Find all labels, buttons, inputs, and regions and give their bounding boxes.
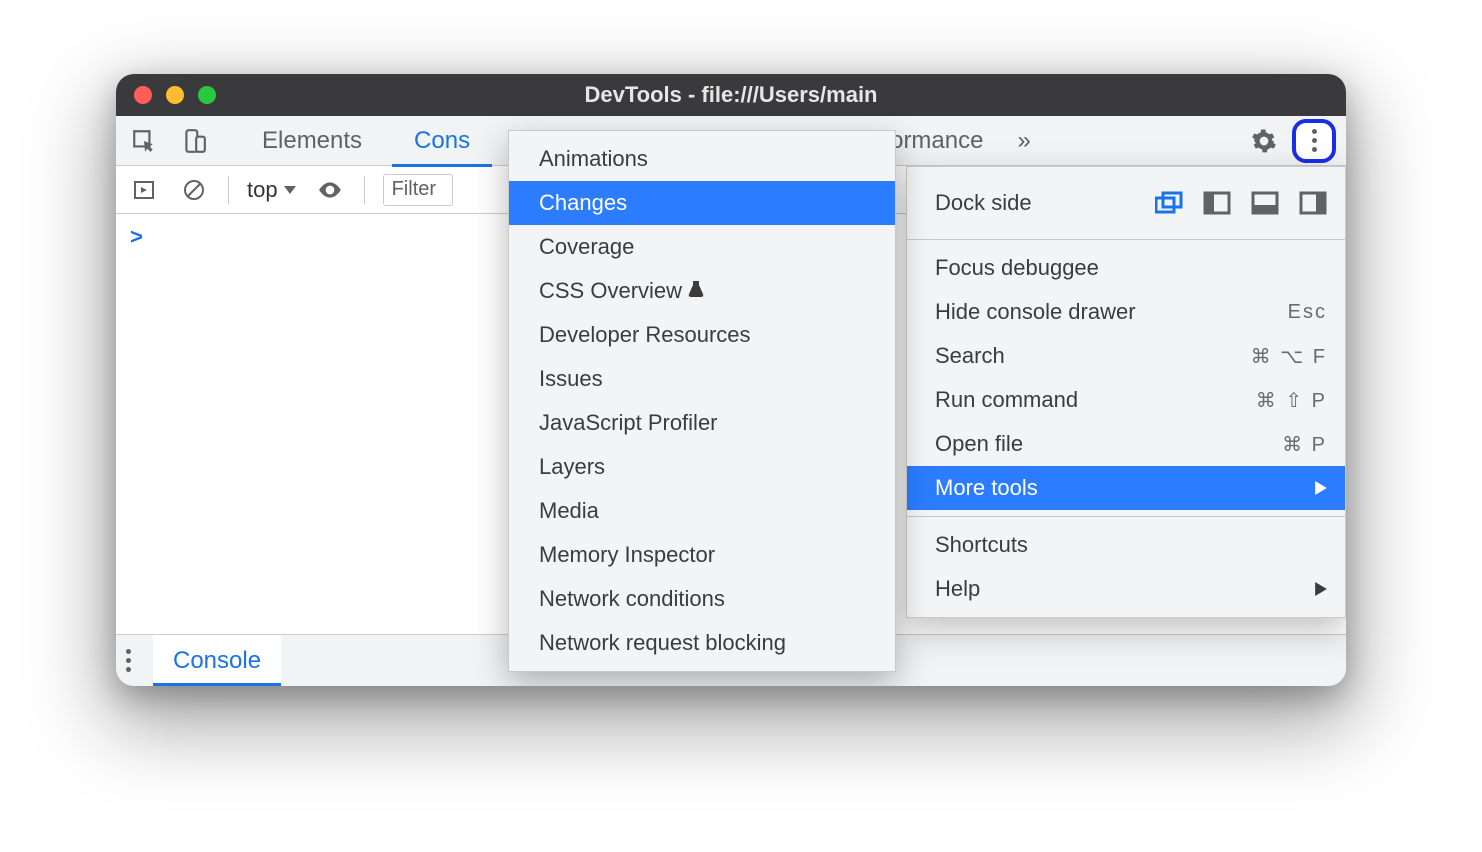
live-expression-eye-icon[interactable] — [314, 174, 346, 206]
menu-item-label: More tools — [935, 475, 1038, 501]
menu-item-run-command[interactable]: Run command ⌘ ⇧ P — [907, 378, 1345, 422]
menu-item-label: Hide console drawer — [935, 299, 1136, 325]
submenu-item-network-request-blocking[interactable]: Network request blocking — [509, 621, 895, 665]
submenu-arrow-icon — [1315, 582, 1327, 596]
menu-item-shortcuts[interactable]: Shortcuts — [907, 523, 1345, 567]
submenu-item-label: Layers — [539, 454, 605, 480]
menu-item-shortcut: ⌘ P — [1282, 432, 1327, 457]
window-title: DevTools - file:///Users/main — [116, 82, 1346, 108]
window-minimize-button[interactable] — [166, 86, 184, 104]
menu-item-label: Open file — [935, 431, 1023, 457]
submenu-item-label: Media — [539, 498, 599, 524]
submenu-item-label: Animations — [539, 146, 648, 172]
submenu-item-label: Changes — [539, 190, 627, 216]
filter-input[interactable]: Filter — [383, 174, 453, 206]
submenu-item-label: Developer Resources — [539, 322, 751, 348]
divider — [364, 176, 365, 204]
dock-left-icon[interactable] — [1203, 191, 1231, 215]
menu-item-focus-debuggee[interactable]: Focus debuggee — [907, 246, 1345, 290]
submenu-arrow-icon — [1315, 481, 1327, 495]
traffic-lights — [134, 86, 216, 104]
submenu-item-label: Issues — [539, 366, 603, 392]
submenu-item-animations[interactable]: Animations — [509, 137, 895, 181]
submenu-item-changes[interactable]: Changes — [509, 181, 895, 225]
devtools-window: DevTools - file:///Users/main Elements C… — [116, 74, 1346, 686]
submenu-item-media[interactable]: Media — [509, 489, 895, 533]
submenu-item-label: Network conditions — [539, 586, 725, 612]
submenu-item-developer-resources[interactable]: Developer Resources — [509, 313, 895, 357]
clear-console-icon[interactable] — [178, 174, 210, 206]
dock-right-icon[interactable] — [1299, 191, 1327, 215]
menu-item-label: Search — [935, 343, 1005, 369]
customize-menu-button[interactable] — [1292, 119, 1336, 163]
menu-item-hide-console-drawer[interactable]: Hide console drawer Esc — [907, 290, 1345, 334]
submenu-item-coverage[interactable]: Coverage — [509, 225, 895, 269]
sidebar-toggle-icon[interactable] — [128, 174, 160, 206]
menu-item-open-file[interactable]: Open file ⌘ P — [907, 422, 1345, 466]
submenu-item-issues[interactable]: Issues — [509, 357, 895, 401]
menu-item-shortcut: ⌘ ⌥ F — [1251, 344, 1327, 369]
more-tools-submenu: Animations Changes Coverage CSS Overview… — [508, 130, 896, 672]
menu-item-shortcut: ⌘ ⇧ P — [1256, 388, 1327, 413]
tab-elements[interactable]: Elements — [240, 116, 384, 166]
submenu-item-network-conditions[interactable]: Network conditions — [509, 577, 895, 621]
menu-item-help[interactable]: Help — [907, 567, 1345, 611]
menu-item-label: Shortcuts — [935, 532, 1028, 558]
submenu-item-label: Memory Inspector — [539, 542, 715, 568]
inspect-element-icon[interactable] — [128, 125, 160, 157]
dock-undock-icon[interactable] — [1155, 191, 1183, 215]
submenu-item-label: Network request blocking — [539, 630, 786, 656]
beaker-icon — [688, 278, 704, 304]
customize-menu: Dock side — [906, 166, 1346, 618]
menu-item-search[interactable]: Search ⌘ ⌥ F — [907, 334, 1345, 378]
dock-bottom-icon[interactable] — [1251, 191, 1279, 215]
titlebar: DevTools - file:///Users/main — [116, 74, 1346, 116]
tabs-overflow-icon[interactable]: » — [1017, 127, 1030, 155]
settings-gear-icon[interactable] — [1248, 125, 1280, 157]
dock-side-row: Dock side — [907, 173, 1345, 233]
toggle-device-toolbar-icon[interactable] — [178, 125, 210, 157]
submenu-item-memory-inspector[interactable]: Memory Inspector — [509, 533, 895, 577]
dock-side-label: Dock side — [935, 190, 1135, 216]
menu-item-label: Focus debuggee — [935, 255, 1099, 281]
submenu-item-label: JavaScript Profiler — [539, 410, 718, 436]
tab-console[interactable]: Cons — [392, 116, 492, 166]
menu-item-label: Run command — [935, 387, 1078, 413]
kebab-icon — [1312, 129, 1317, 152]
context-selector[interactable]: top — [247, 177, 296, 203]
drawer-tab-console[interactable]: Console — [153, 634, 281, 686]
menu-item-label: Help — [935, 576, 980, 602]
submenu-item-label: CSS Overview — [539, 278, 682, 304]
submenu-item-javascript-profiler[interactable]: JavaScript Profiler — [509, 401, 895, 445]
menu-item-more-tools[interactable]: More tools — [907, 466, 1345, 510]
menu-item-shortcut: Esc — [1288, 301, 1327, 324]
divider — [228, 176, 229, 204]
window-close-button[interactable] — [134, 86, 152, 104]
drawer-menu-icon[interactable] — [126, 649, 131, 672]
submenu-item-css-overview[interactable]: CSS Overview — [509, 269, 895, 313]
window-zoom-button[interactable] — [198, 86, 216, 104]
submenu-item-layers[interactable]: Layers — [509, 445, 895, 489]
submenu-item-label: Coverage — [539, 234, 634, 260]
